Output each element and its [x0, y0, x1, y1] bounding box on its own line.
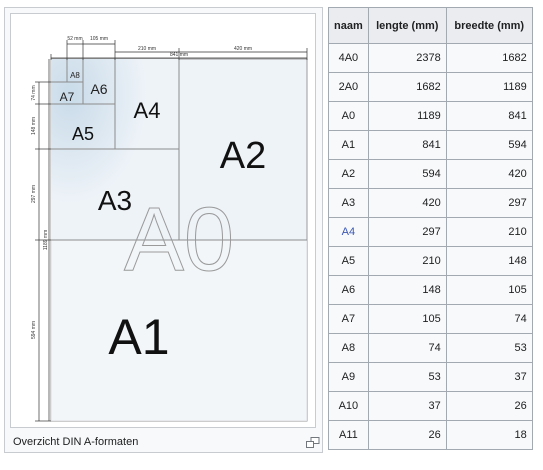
header-width[interactable]: breedte (mm)	[445, 7, 533, 44]
cell-width: 18	[445, 420, 533, 450]
cell-name: A9	[328, 362, 369, 392]
dim-top-a0: 841 mm	[170, 52, 188, 58]
format-name: A9	[341, 371, 356, 383]
header-name[interactable]: naam	[328, 7, 369, 44]
dim-top-a8: 52 mm	[67, 36, 82, 42]
cell-width: 594	[445, 130, 533, 160]
format-name: A1	[341, 139, 356, 151]
cell-name: A5	[328, 246, 369, 276]
format-name: A0	[341, 110, 356, 122]
magnify-icon[interactable]	[306, 436, 320, 448]
cell-name: A10	[328, 391, 369, 421]
cell-width: 148	[445, 246, 533, 276]
cell-name: A11	[328, 420, 369, 450]
table-row: A9 53 37	[328, 362, 533, 392]
dim-left-a5: 148 mm	[31, 117, 37, 135]
header-length[interactable]: lengte (mm)	[367, 7, 447, 44]
format-name: A8	[341, 342, 356, 354]
label-a2: A2	[220, 135, 266, 177]
cell-width: 74	[445, 304, 533, 334]
dim-left-a7: 74 mm	[31, 85, 37, 100]
cell-width: 53	[445, 333, 533, 363]
cell-length: 53	[367, 362, 447, 392]
dim-top-a4: 210 mm	[138, 46, 156, 52]
dim-left-a1: 594 mm	[31, 321, 37, 339]
cell-name: 4A0	[328, 43, 369, 73]
label-a0: A0	[124, 190, 234, 290]
table-row: A7 105 74	[328, 304, 533, 334]
cell-width: 105	[445, 275, 533, 305]
format-name: A5	[341, 255, 356, 267]
label-a3: A3	[98, 185, 132, 216]
cell-name: A3	[328, 188, 369, 218]
label-a4: A4	[134, 98, 161, 123]
table-row: A1 841 594	[328, 130, 533, 160]
table-row: A11 26 18	[328, 420, 533, 450]
label-a1: A1	[108, 309, 169, 365]
cell-length: 148	[367, 275, 447, 305]
dim-top-a6: 105 mm	[90, 36, 108, 42]
cell-width: 1682	[445, 43, 533, 73]
cell-length: 2378	[367, 43, 447, 73]
cell-name: 2A0	[328, 72, 369, 102]
table-row: A10 37 26	[328, 391, 533, 421]
cell-width: 26	[445, 391, 533, 421]
format-name: A7	[341, 313, 356, 325]
paper-sizes-table: naam lengte (mm) breedte (mm) 4A0 2378 168…	[328, 7, 533, 450]
cell-width: 297	[445, 188, 533, 218]
cell-length: 74	[367, 333, 447, 363]
cell-width: 841	[445, 101, 533, 131]
cell-width: 1189	[445, 72, 533, 102]
format-name: 4A0	[338, 52, 359, 64]
format-name: A2	[341, 168, 356, 180]
label-a8: A8	[70, 71, 80, 80]
paper-sizes-figure: A0 A1 A2 A3 A4 A5 A6 A7 A8 52 mm 105 mm …	[4, 7, 323, 453]
figure-caption: Overzicht DIN A-formaten	[13, 436, 139, 448]
cell-length: 26	[367, 420, 447, 450]
table-row: 4A0 2378 1682	[328, 43, 533, 73]
cell-length: 105	[367, 304, 447, 334]
format-name: A6	[341, 284, 356, 296]
table-row: A4 297 210	[328, 217, 533, 247]
cell-width: 420	[445, 159, 533, 189]
table-row: A6 148 105	[328, 275, 533, 305]
cell-length: 841	[367, 130, 447, 160]
paper-sizes-image[interactable]: A0 A1 A2 A3 A4 A5 A6 A7 A8 52 mm 105 mm …	[10, 13, 316, 428]
cell-length: 594	[367, 159, 447, 189]
format-name: 2A0	[338, 81, 359, 93]
dim-top-a2: 420 mm	[234, 46, 252, 52]
cell-width: 210	[445, 217, 533, 247]
cell-length: 297	[367, 217, 447, 247]
cell-width: 37	[445, 362, 533, 392]
table-row: A2 594 420	[328, 159, 533, 189]
cell-name: A8	[328, 333, 369, 363]
cell-length: 1189	[367, 101, 447, 131]
table-header-row: naam lengte (mm) breedte (mm)	[328, 7, 533, 44]
label-a6: A6	[90, 81, 107, 97]
table-row: A3 420 297	[328, 188, 533, 218]
dim-left-a0: 1189 mm	[43, 230, 49, 250]
cell-name: A4	[328, 217, 369, 247]
cell-name: A6	[328, 275, 369, 305]
dim-left-a3: 297 mm	[31, 185, 37, 203]
cell-length: 1682	[367, 72, 447, 102]
label-a7: A7	[60, 90, 75, 104]
table-row: 2A0 1682 1189	[328, 72, 533, 102]
table-row: A0 1189 841	[328, 101, 533, 131]
format-name: A3	[341, 197, 356, 209]
cell-length: 420	[367, 188, 447, 218]
link-a4[interactable]: A4	[342, 226, 355, 238]
cell-name: A7	[328, 304, 369, 334]
format-name: A11	[338, 429, 358, 441]
cell-length: 210	[367, 246, 447, 276]
cell-name: A0	[328, 101, 369, 131]
cell-name: A1	[328, 130, 369, 160]
table-row: A8 74 53	[328, 333, 533, 363]
cell-length: 37	[367, 391, 447, 421]
format-name: A10	[338, 400, 359, 412]
cell-name: A2	[328, 159, 369, 189]
table-row: A5 210 148	[328, 246, 533, 276]
label-a5: A5	[72, 124, 94, 144]
